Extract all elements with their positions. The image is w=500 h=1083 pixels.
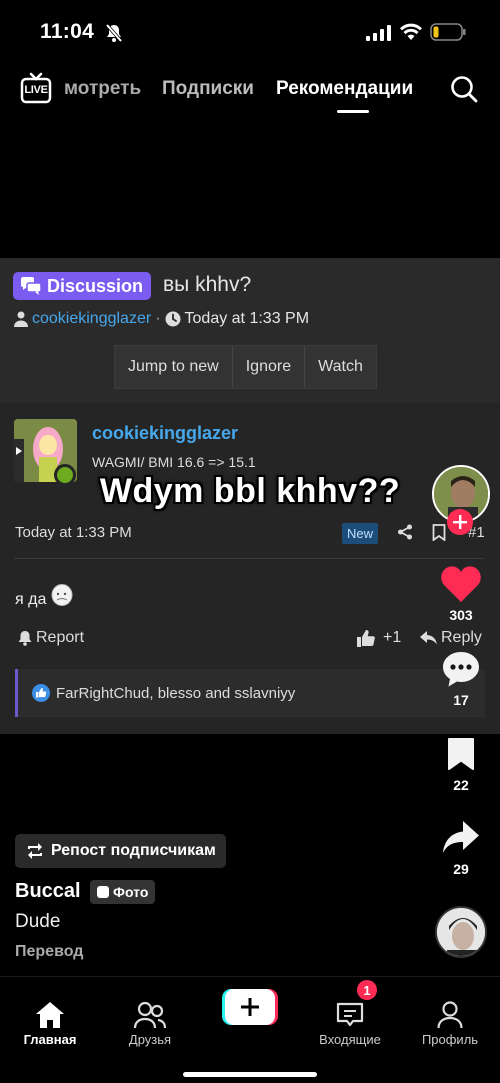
tab-following[interactable]: Подписки (162, 78, 254, 100)
reply-button[interactable]: Reply (420, 629, 482, 647)
reply-arrow-icon (420, 631, 437, 645)
search-icon[interactable] (450, 75, 478, 103)
nav-friends-label: Друзья (128, 1032, 172, 1047)
reply-label: Reply (441, 629, 482, 646)
thread-meta: cookiekingglazer · Today at 1:33 PM (14, 310, 309, 328)
poster-user-title: WAGMI/ BMI 16.6 => 15.1 (92, 454, 256, 470)
translate-link[interactable]: Перевод (15, 943, 83, 961)
sound-disc[interactable] (435, 906, 487, 958)
thread-author-link[interactable]: cookiekingglazer (32, 310, 151, 328)
share-icon[interactable] (397, 524, 413, 540)
inbox-badge: 1 (357, 980, 377, 1000)
status-time: 11:04 (40, 20, 95, 43)
like-count: +1 (383, 629, 402, 646)
video-author[interactable]: Buccal (15, 880, 81, 903)
active-tab-indicator (337, 110, 369, 113)
plus-icon (453, 515, 467, 529)
photo-tag-label: Фото (113, 884, 149, 900)
thumbs-up-icon (357, 629, 375, 647)
jump-to-new-button[interactable]: Jump to new (115, 346, 233, 388)
follow-button[interactable] (447, 509, 473, 535)
battery-low-icon (430, 23, 466, 41)
video-text-overlay: Wdym bbl khhv?? (99, 472, 401, 510)
inbox-icon (336, 1002, 364, 1027)
share-button[interactable] (442, 820, 480, 854)
tab-watch[interactable]: мотреть (64, 78, 141, 100)
report-label: Report (36, 629, 85, 646)
thread-button-group: Jump to new Ignore Watch (114, 345, 377, 389)
like-reaction-icon (32, 684, 50, 702)
thread-title: вы khhv? (163, 273, 252, 296)
nav-profile-label: Профиль (421, 1032, 479, 1047)
create-button[interactable] (222, 989, 278, 1025)
poster-name-link[interactable]: cookiekingglazer (92, 423, 238, 444)
comment-button[interactable] (442, 651, 480, 688)
bell-icon (18, 631, 32, 646)
watch-button[interactable]: Watch (305, 346, 376, 388)
chat-bubbles-icon (21, 277, 41, 295)
nav-home[interactable]: Главная (0, 977, 100, 1047)
repost-label: Репост подписчикам (51, 842, 216, 859)
wojak-emoji-icon (51, 584, 73, 606)
friends-icon (134, 1001, 166, 1029)
plus-icon (241, 998, 259, 1016)
repost-icon (28, 843, 42, 859)
nav-inbox-label: Входящие (319, 1032, 381, 1047)
discussion-badge: Discussion (13, 272, 152, 300)
photo-icon (97, 886, 109, 898)
nav-profile[interactable]: Профиль (400, 977, 500, 1047)
thread-timestamp: Today at 1:33 PM (184, 310, 310, 327)
bell-slash-icon (104, 23, 124, 43)
home-indicator (183, 1072, 317, 1077)
tab-for-you[interactable]: Рекомендации (276, 78, 413, 100)
reactions-bar[interactable]: FarRightChud, blesso and sslavniyy (15, 669, 485, 717)
user-icon (14, 311, 28, 327)
heart-icon (441, 566, 481, 602)
repost-button[interactable]: Репост подписчикам (15, 834, 226, 868)
live-button[interactable]: LIVE (20, 72, 52, 104)
cellular-signal-icon (366, 25, 392, 41)
post-body: я да (15, 584, 73, 609)
badge-label: Discussion (47, 275, 144, 296)
new-badge: New (342, 523, 379, 544)
create-button-face (225, 989, 275, 1025)
live-label: LIVE (24, 84, 48, 96)
wifi-icon (399, 23, 423, 41)
likes-count: 303 (449, 607, 473, 623)
post-body-text: я да (15, 591, 47, 608)
post-date: Today at 1:33 PM (15, 524, 132, 541)
reactions-text: FarRightChud, blesso and sslavniyy (56, 684, 296, 702)
like-heart-button[interactable] (440, 565, 482, 603)
home-icon (36, 1002, 64, 1028)
saves-count: 22 (453, 777, 469, 793)
report-button[interactable]: Report (18, 629, 84, 647)
bookmark-icon (448, 738, 474, 770)
clock-icon (165, 311, 181, 327)
ignore-button[interactable]: Ignore (233, 346, 306, 388)
bottom-nav: Главная Друзья Входящие 1 Профиль (0, 976, 500, 1083)
nav-friends[interactable]: Друзья (100, 977, 200, 1047)
profile-icon (437, 1001, 463, 1029)
comment-bubble-icon (443, 652, 479, 687)
sound-thumbnail-image (437, 908, 485, 956)
bookmark-outline-icon[interactable] (432, 524, 446, 541)
nav-inbox[interactable]: Входящие (300, 977, 400, 1047)
save-button[interactable] (447, 737, 475, 771)
video-caption: Dude (15, 911, 61, 932)
shares-count: 29 (453, 861, 469, 877)
share-arrow-icon (443, 821, 479, 853)
like-button[interactable]: +1 (357, 629, 401, 647)
comments-count: 17 (453, 692, 469, 708)
photo-tag: Фото (90, 880, 156, 904)
post-divider (14, 558, 484, 559)
nav-home-label: Главная (23, 1032, 77, 1047)
